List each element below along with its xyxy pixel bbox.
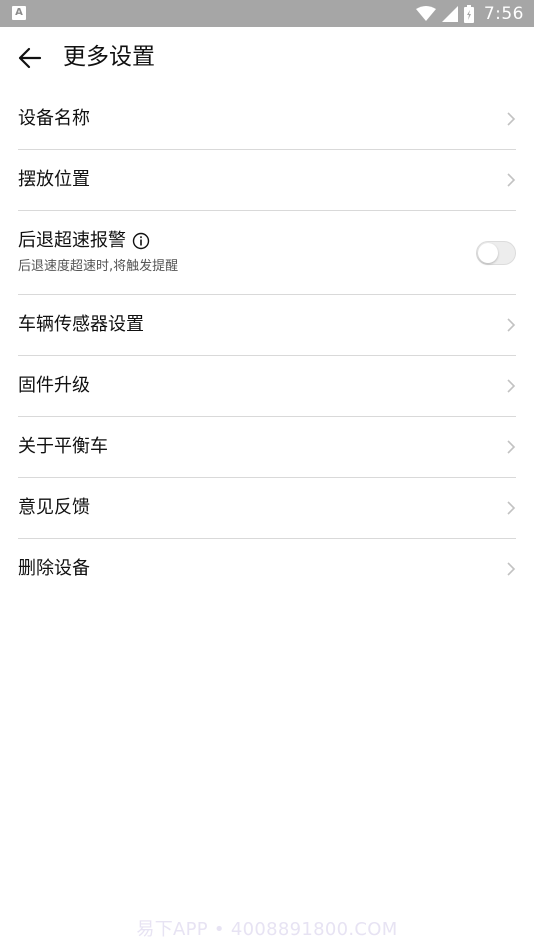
- chevron-right-icon: [507, 562, 516, 576]
- menu-item-label: 关于平衡车: [18, 436, 108, 457]
- menu-item-device-name[interactable]: 设备名称: [18, 89, 516, 150]
- settings-list: 设备名称 摆放位置 后退超速报警 后退速度超速时,将触发提醒 车辆传感器设置 固…: [18, 89, 516, 599]
- menu-item-label: 后退超速报警: [18, 230, 126, 251]
- chevron-right-icon: [507, 379, 516, 393]
- info-icon[interactable]: [132, 232, 150, 250]
- menu-item-delete-device[interactable]: 删除设备: [18, 539, 516, 599]
- menu-item-label: 车辆传感器设置: [18, 314, 144, 335]
- menu-item-label: 摆放位置: [18, 169, 90, 190]
- chevron-right-icon: [507, 501, 516, 515]
- watermark: 易下APP • 4008891800.COM: [136, 919, 398, 940]
- wifi-icon: [415, 5, 436, 21]
- menu-item-placement[interactable]: 摆放位置: [18, 150, 516, 211]
- menu-item-subtitle: 后退速度超速时,将触发提醒: [18, 259, 179, 274]
- chevron-right-icon: [507, 318, 516, 332]
- notification-app-icon: A: [12, 6, 26, 20]
- arrow-left-icon[interactable]: [16, 44, 44, 72]
- menu-item-vehicle-sensor-settings[interactable]: 车辆传感器设置: [18, 295, 516, 356]
- status-time: 7:56: [483, 3, 524, 24]
- menu-item-label: 设备名称: [18, 108, 90, 129]
- menu-item-label: 意见反馈: [18, 497, 90, 518]
- page-title: 更多设置: [63, 44, 155, 70]
- menu-item-feedback[interactable]: 意见反馈: [18, 478, 516, 539]
- toggle-title: 后退超速报警: [18, 229, 150, 253]
- menu-item-label: 固件升级: [18, 375, 90, 396]
- chevron-right-icon: [507, 173, 516, 187]
- cell-signal-icon: [441, 5, 458, 22]
- chevron-right-icon: [507, 112, 516, 126]
- reverse-overspeed-alarm-toggle[interactable]: [476, 241, 516, 265]
- menu-item-about-balance-car[interactable]: 关于平衡车: [18, 417, 516, 478]
- menu-item-firmware-upgrade[interactable]: 固件升级: [18, 356, 516, 417]
- battery-icon: [463, 4, 474, 23]
- menu-item-label: 删除设备: [18, 558, 90, 579]
- chevron-right-icon: [507, 440, 516, 454]
- header: 更多设置: [0, 27, 534, 87]
- status-icons: 7:56: [415, 0, 524, 27]
- toggle-knob: [478, 243, 498, 263]
- status-bar: A 7:56: [0, 0, 534, 27]
- menu-item-reverse-overspeed-alarm: 后退超速报警 后退速度超速时,将触发提醒: [18, 211, 516, 295]
